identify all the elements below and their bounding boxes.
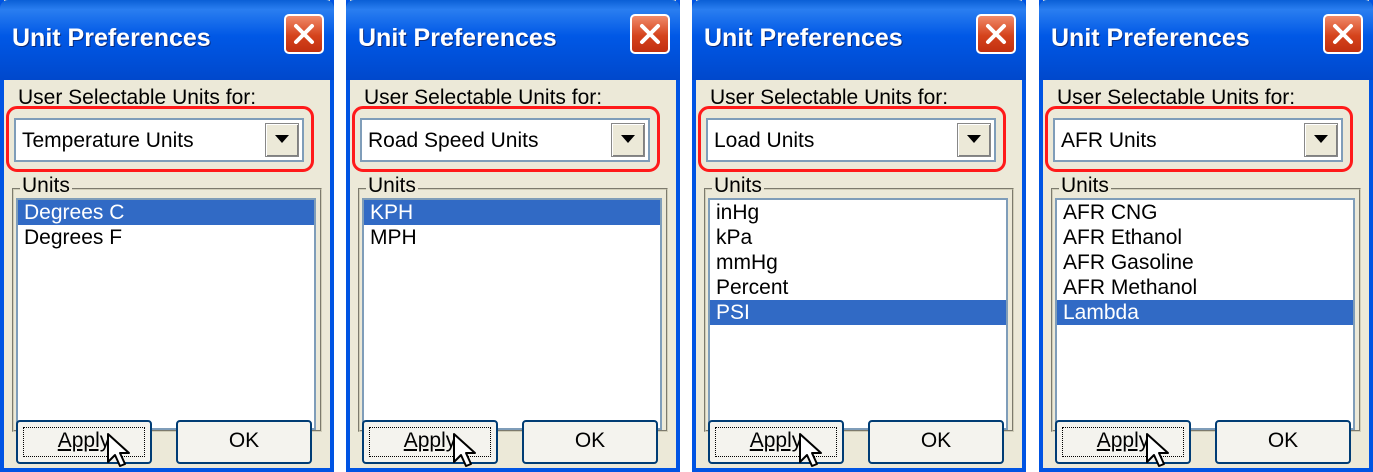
title-bar[interactable]: Unit Preferences	[0, 0, 334, 80]
close-button[interactable]	[976, 14, 1016, 54]
units-listbox[interactable]: AFR CNG AFR Ethanol AFR Gasoline AFR Methan…	[1055, 198, 1355, 430]
ok-button-label: OK	[920, 429, 952, 452]
unit-preferences-dialog: Unit Preferences User Selectable Units f…	[0, 0, 334, 472]
title-bar[interactable]: Unit Preferences	[1039, 0, 1373, 80]
apply-button[interactable]: Apply	[362, 420, 498, 464]
units-list-item[interactable]: Degrees C	[18, 200, 314, 225]
units-group-label: Units	[366, 174, 418, 198]
units-list-item[interactable]: mmHg	[710, 250, 1006, 275]
units-list-item[interactable]: AFR Ethanol	[1057, 225, 1353, 250]
mouse-cursor-icon	[453, 433, 476, 467]
close-icon	[294, 24, 314, 44]
highlight-outline	[698, 106, 1006, 172]
units-group-label: Units	[1059, 174, 1111, 198]
apply-button[interactable]: Apply	[16, 420, 152, 464]
ok-button[interactable]: OK	[1215, 420, 1351, 464]
dialog-title: Unit Preferences	[1051, 24, 1250, 52]
ok-button[interactable]: OK	[868, 420, 1004, 464]
units-list-item[interactable]: inHg	[710, 200, 1006, 225]
ok-button-label: OK	[574, 429, 606, 452]
units-list-item[interactable]: AFR CNG	[1057, 200, 1353, 225]
highlight-outline	[6, 106, 314, 172]
unit-preferences-dialog: Unit Preferences User Selectable Units f…	[692, 0, 1026, 472]
apply-button[interactable]: Apply	[1055, 420, 1191, 464]
units-list-item[interactable]: AFR Gasoline	[1057, 250, 1353, 275]
highlight-outline	[1045, 106, 1353, 172]
mouse-cursor-icon	[1146, 433, 1169, 467]
close-icon	[986, 24, 1006, 44]
apply-button[interactable]: Apply	[708, 420, 844, 464]
units-listbox[interactable]: KPH MPH	[362, 198, 662, 430]
close-button[interactable]	[284, 14, 324, 54]
units-list-item[interactable]: MPH	[364, 225, 660, 250]
close-button[interactable]	[1323, 14, 1363, 54]
unit-preferences-dialog: Unit Preferences User Selectable Units f…	[346, 0, 680, 472]
ok-button[interactable]: OK	[176, 420, 312, 464]
dialog-title: Unit Preferences	[12, 24, 211, 52]
units-list-item[interactable]: kPa	[710, 225, 1006, 250]
ok-button[interactable]: OK	[522, 420, 658, 464]
close-icon	[640, 24, 660, 44]
units-list-item[interactable]: AFR Methanol	[1057, 275, 1353, 300]
units-list-item[interactable]: Lambda	[1057, 300, 1353, 325]
ok-button-label: OK	[1267, 429, 1299, 452]
dialog-title: Unit Preferences	[704, 24, 903, 52]
highlight-outline	[352, 106, 660, 172]
close-icon	[1333, 24, 1353, 44]
units-listbox[interactable]: Degrees C Degrees F	[16, 198, 316, 430]
units-list-item[interactable]: Percent	[710, 275, 1006, 300]
units-group-label: Units	[712, 174, 764, 198]
mouse-cursor-icon	[799, 433, 822, 467]
unit-preferences-dialog: Unit Preferences User Selectable Units f…	[1039, 0, 1373, 472]
dialog-title: Unit Preferences	[358, 24, 557, 52]
title-bar[interactable]: Unit Preferences	[346, 0, 680, 80]
mouse-cursor-icon	[107, 433, 130, 467]
units-list-item[interactable]: KPH	[364, 200, 660, 225]
units-list-item[interactable]: PSI	[710, 300, 1006, 325]
ok-button-label: OK	[228, 429, 260, 452]
units-listbox[interactable]: inHg kPa mmHg Percent PSI	[708, 198, 1008, 430]
units-group-label: Units	[20, 174, 72, 198]
units-list-item[interactable]: Degrees F	[18, 225, 314, 250]
title-bar[interactable]: Unit Preferences	[692, 0, 1026, 80]
close-button[interactable]	[630, 14, 670, 54]
